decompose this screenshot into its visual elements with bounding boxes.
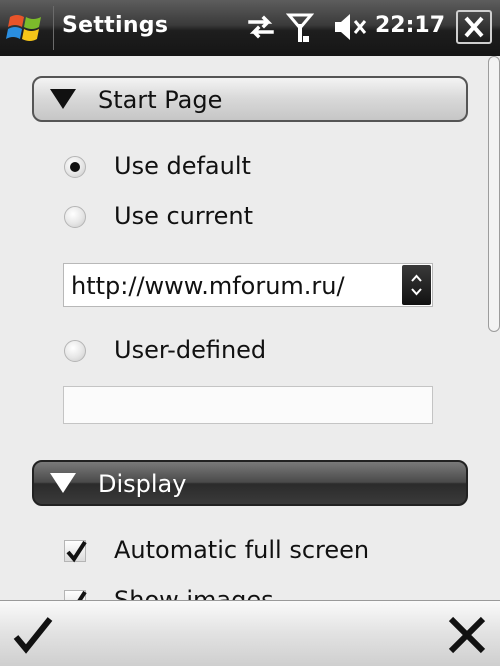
checkmark-icon[interactable] bbox=[12, 615, 54, 655]
close-x-icon[interactable] bbox=[446, 615, 488, 655]
checkmark-icon bbox=[66, 540, 87, 563]
windows-start-icon[interactable] bbox=[6, 8, 46, 48]
checkbox-automatic-full-screen[interactable] bbox=[64, 540, 87, 563]
settings-content[interactable]: Start Page Use default Use current http:… bbox=[0, 56, 500, 600]
section-header-start-page[interactable]: Start Page bbox=[32, 76, 468, 122]
label-automatic-full-screen: Automatic full screen bbox=[114, 536, 370, 564]
start-page-url-dropdown[interactable]: http://www.mforum.ru/ bbox=[63, 263, 433, 307]
close-button[interactable] bbox=[456, 10, 492, 44]
softkey-bar bbox=[0, 600, 500, 666]
label-user-defined: User-defined bbox=[114, 336, 267, 364]
volume-muted-icon[interactable] bbox=[333, 12, 369, 42]
section-title-start-page: Start Page bbox=[98, 86, 223, 114]
clock: 22:17 bbox=[375, 13, 446, 38]
radio-use-default[interactable] bbox=[64, 156, 86, 178]
checkmark-icon bbox=[77, 590, 87, 600]
checkbox-show-images[interactable] bbox=[64, 590, 87, 600]
dropdown-button[interactable] bbox=[402, 265, 431, 305]
radio-use-current[interactable] bbox=[64, 206, 86, 228]
close-icon bbox=[464, 16, 484, 38]
section-header-display[interactable]: Display bbox=[32, 460, 468, 506]
user-defined-url-input[interactable] bbox=[63, 386, 433, 424]
title-separator bbox=[53, 6, 54, 50]
title-bar: Settings 22:17 bbox=[0, 0, 500, 56]
label-use-default: Use default bbox=[114, 152, 251, 180]
chevron-down-icon bbox=[50, 473, 76, 493]
url-value: http://www.mforum.ru/ bbox=[71, 272, 345, 300]
app-title: Settings bbox=[62, 13, 169, 38]
signal-antenna-icon[interactable] bbox=[286, 12, 314, 44]
vertical-scrollbar[interactable] bbox=[488, 56, 500, 332]
updown-chevron-icon bbox=[411, 274, 422, 296]
section-title-display: Display bbox=[98, 470, 187, 498]
chevron-down-icon bbox=[50, 89, 76, 109]
radio-user-defined[interactable] bbox=[64, 340, 86, 362]
data-sync-icon[interactable] bbox=[246, 12, 276, 42]
label-use-current: Use current bbox=[114, 202, 254, 230]
label-show-images: Show images bbox=[114, 586, 274, 600]
